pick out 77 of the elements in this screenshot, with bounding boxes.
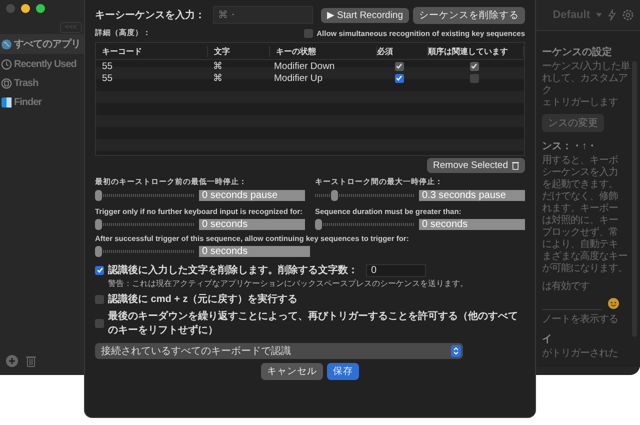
value-field[interactable]: 0 seconds (199, 246, 310, 257)
description-text: ーケンス/入力した単 (542, 61, 630, 73)
slider[interactable] (95, 190, 195, 201)
description-text: ェトリガーします (542, 97, 618, 109)
slider[interactable] (315, 190, 415, 201)
help-text: ブロックせず、常 (542, 227, 618, 239)
sidebar-item[interactable]: Finder (0, 94, 84, 111)
checkbox[interactable] (470, 74, 478, 82)
delete-sequence-button[interactable]: シーケンスを削除する (413, 6, 525, 24)
table-cell-text: Modifier Down (273, 60, 336, 72)
clock-icon (1, 59, 12, 70)
value-field[interactable]: 0 seconds (419, 219, 525, 230)
slider[interactable] (95, 219, 195, 230)
help-text: が可能になります。 (542, 263, 628, 275)
checkbox-label: 最後のキーダウンを繰り返すことによって、再びトリガーすることを許可する（他のすべてのキーをリフトせずに） (108, 310, 519, 337)
sidebar-item[interactable]: Trash (0, 75, 84, 92)
table-cell-text: 55 (101, 60, 114, 72)
checkbox[interactable] (95, 294, 104, 304)
column-header[interactable]: 必須 (377, 46, 428, 56)
table-cell-text: ⌘ (212, 60, 224, 72)
column-header[interactable]: 順序は関連しています (428, 46, 524, 56)
keyboard-dropdown[interactable]: 接続されているすべてのキーボードで認識 (95, 343, 463, 359)
trigger-note-text: がトリガーされた (542, 348, 618, 360)
checkbox[interactable] (95, 266, 104, 274)
checkbox[interactable] (394, 74, 404, 82)
value-field[interactable]: 0 seconds (199, 219, 305, 230)
checkbox[interactable] (95, 318, 104, 328)
column-header[interactable]: キーの状態 (270, 46, 377, 56)
value-field[interactable]: 0 seconds pause (199, 190, 305, 201)
help-text: により、自動テキ (542, 239, 618, 250)
lightning-icon[interactable] (608, 9, 616, 21)
sidebar-item[interactable]: すべてのアプリ (0, 34, 84, 54)
warning-text: 警告：これは現在アクティブなアプリケーションにバックスペースプレスのシーケンスを送ります。 (107, 278, 469, 289)
show-note-text: ノートを表示する (542, 314, 618, 326)
help-text: を起動できます。 (542, 179, 618, 191)
slider[interactable] (315, 219, 415, 230)
section-title: ーケンスの設定 (542, 45, 612, 59)
trash-icon (512, 161, 519, 170)
status-text: は有効です (542, 281, 590, 293)
trash-icon (1, 78, 12, 89)
sequence-field[interactable]: ⌘・ (213, 6, 314, 24)
checkbox[interactable] (304, 28, 313, 38)
two-tone-square-icon (1, 97, 12, 108)
help-text: れます。キーボー (542, 203, 618, 214)
help-text: まざまな高度なキー (542, 251, 628, 262)
sequence-text: ンス：・↑・ (542, 140, 597, 153)
smiley-icon[interactable] (608, 298, 619, 309)
help-text: シーケンスを入力 (542, 167, 618, 178)
value-field[interactable]: 0.3 seconds pause (419, 190, 525, 201)
globe-icon (1, 38, 12, 50)
start-recording-button[interactable]: ▶ Start Recording (321, 8, 409, 22)
cancel-button[interactable]: キャンセル (261, 363, 323, 380)
settings-icon[interactable] (622, 9, 634, 21)
add-icon[interactable] (6, 355, 18, 367)
section-title: イ (542, 333, 552, 346)
change-sequence-button[interactable]: ンスの変更 (542, 114, 604, 132)
sidebar-item[interactable]: Recently Used (0, 56, 84, 73)
minimize-button[interactable] (21, 4, 30, 13)
remove-selected-button[interactable]: Remove Selected (427, 158, 525, 173)
table-cell-text: 55 (101, 72, 114, 84)
column-header[interactable]: キーコード (96, 46, 208, 56)
help-text: は対照的に、キー (542, 215, 618, 226)
checkbox-label: 認識後に入力した文字を削除します。削除する文字数： (108, 263, 358, 277)
count-field[interactable]: 0 (366, 264, 426, 276)
stepper-icon (451, 345, 461, 357)
save-button[interactable]: 保存 (327, 363, 359, 380)
slider[interactable] (95, 246, 195, 257)
help-text: だけでなく、修飾 (542, 191, 618, 203)
description-text: れして、カスタムアク (542, 73, 628, 97)
checkbox-label: 認識後に cmd + z（元に戻す）を実行する (108, 292, 298, 306)
help-text: 用すると、キーボ (542, 155, 618, 166)
zoom-button[interactable] (36, 4, 45, 13)
trash-icon[interactable] (26, 355, 36, 367)
table-cell-text: ⌘ (212, 72, 224, 84)
sequence-label: キーシーケンスを入力： (95, 8, 205, 22)
table-cell-text: Modifier Up (273, 72, 324, 84)
column-header[interactable]: 文字 (208, 46, 270, 56)
